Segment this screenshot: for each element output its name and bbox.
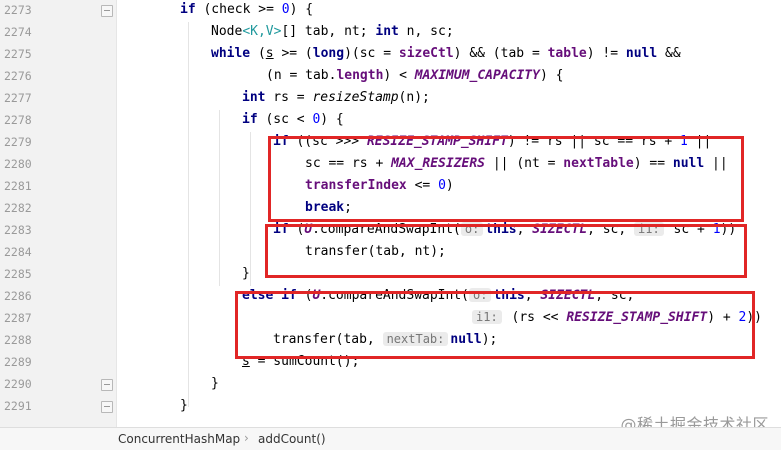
breadcrumb-class[interactable]: ConcurrentHashMap bbox=[118, 432, 240, 446]
code-line-2276: 2276 (n = tab.length) < MAXIMUM_CAPACITY… bbox=[0, 66, 781, 88]
code-line-2273: 2273 if (check >= 0) { bbox=[0, 0, 781, 22]
code-fragment: } bbox=[180, 398, 188, 413]
code-text: } bbox=[242, 266, 250, 281]
line-number: 2277 bbox=[4, 91, 32, 105]
line-number: 2278 bbox=[4, 113, 32, 127]
code-text: (n = tab.length) < MAXIMUM_CAPACITY) { bbox=[266, 68, 563, 83]
line-number: 2288 bbox=[4, 333, 32, 347]
static-method-call: resizeStamp bbox=[312, 90, 399, 105]
code-text: Node<K,V>[] tab, nt; int n, sc; bbox=[211, 24, 454, 39]
line-number: 2286 bbox=[4, 289, 32, 303]
code-line-2277: 2277 int rs = resizeStamp(n); bbox=[0, 88, 781, 110]
code-fragment: && bbox=[657, 46, 681, 61]
code-line-2278: 2278 if (sc < 0) { bbox=[0, 110, 781, 132]
line-number: 2273 bbox=[4, 3, 32, 17]
fold-toggle-icon[interactable] bbox=[101, 379, 113, 391]
code-editor[interactable]: 2273 if (check >= 0) { 2274 Node<K,V>[] … bbox=[0, 0, 781, 427]
type-name: Node bbox=[211, 24, 243, 39]
code-text: } bbox=[211, 376, 219, 391]
code-fragment: (n); bbox=[398, 90, 430, 105]
code-text: if (sc < 0) { bbox=[242, 112, 344, 127]
line-number: 2275 bbox=[4, 47, 32, 61]
code-fragment: rs = bbox=[265, 90, 313, 105]
line-number: 2279 bbox=[4, 135, 32, 149]
code-fragment: (check >= bbox=[195, 2, 282, 17]
highlight-box-join-transfer bbox=[265, 224, 747, 278]
code-fragment: >= ( bbox=[273, 46, 313, 61]
code-line-2290: 2290 } bbox=[0, 374, 781, 396]
breadcrumb: ConcurrentHashMap › addCount() bbox=[0, 427, 781, 450]
keyword-long: long bbox=[312, 46, 345, 61]
line-number: 2283 bbox=[4, 223, 32, 237]
code-text: while (s >= (long)(sc = sizeCtl) && (tab… bbox=[211, 46, 681, 61]
line-number: 2284 bbox=[4, 245, 32, 259]
code-line-2275: 2275 while (s >= (long)(sc = sizeCtl) &&… bbox=[0, 44, 781, 66]
line-number: 2276 bbox=[4, 69, 32, 83]
line-number: 2280 bbox=[4, 157, 32, 171]
keyword-null: null bbox=[625, 46, 658, 61]
field-sizectl: sizeCtl bbox=[398, 46, 454, 61]
code-fragment: [] tab, nt; bbox=[281, 24, 376, 39]
keyword-while: while bbox=[211, 46, 251, 61]
code-line-2274: 2274 Node<K,V>[] tab, nt; int n, sc; bbox=[0, 22, 781, 44]
code-fragment: (sc < bbox=[257, 112, 313, 127]
code-fragment: } bbox=[211, 376, 219, 391]
line-number: 2290 bbox=[4, 377, 32, 391]
fold-toggle-icon[interactable] bbox=[101, 401, 113, 413]
code-fragment: ) != bbox=[586, 46, 626, 61]
code-fragment: (n = tab. bbox=[266, 68, 337, 83]
keyword-if: if bbox=[180, 2, 196, 17]
line-number: 2291 bbox=[4, 399, 32, 413]
code-fragment: )(sc = bbox=[344, 46, 399, 61]
field-table: table bbox=[547, 46, 587, 61]
constant-maximum-capacity: MAXIMUM_CAPACITY bbox=[414, 68, 540, 83]
breadcrumb-method[interactable]: addCount() bbox=[258, 432, 326, 446]
highlight-box-start-transfer bbox=[235, 291, 755, 359]
code-fragment: ) { bbox=[289, 2, 314, 17]
code-text: int rs = resizeStamp(n); bbox=[242, 90, 430, 105]
code-fragment: ) < bbox=[383, 68, 415, 83]
code-text: } bbox=[180, 398, 188, 413]
code-fragment: n, sc; bbox=[398, 24, 454, 39]
keyword-int: int bbox=[242, 90, 266, 105]
line-number: 2289 bbox=[4, 355, 32, 369]
keyword-int: int bbox=[375, 24, 399, 39]
code-text: if (check >= 0) { bbox=[180, 2, 313, 17]
line-number: 2285 bbox=[4, 267, 32, 281]
code-fragment: ) { bbox=[539, 68, 564, 83]
code-fragment: ) && (tab = bbox=[453, 46, 548, 61]
code-fragment: ) { bbox=[320, 112, 344, 127]
keyword-if: if bbox=[242, 112, 258, 127]
highlight-box-resize-check bbox=[268, 136, 744, 222]
generic-params: <K,V> bbox=[242, 24, 282, 39]
field-length: length bbox=[336, 68, 384, 83]
line-number: 2287 bbox=[4, 311, 32, 325]
number-literal: 0 bbox=[281, 2, 290, 17]
code-fragment: ( bbox=[250, 46, 266, 61]
line-number: 2274 bbox=[4, 25, 32, 39]
line-number: 2281 bbox=[4, 179, 32, 193]
fold-toggle-icon[interactable] bbox=[101, 5, 113, 17]
breadcrumb-separator-icon: › bbox=[244, 431, 249, 445]
code-fragment: } bbox=[242, 266, 250, 281]
line-number: 2282 bbox=[4, 201, 32, 215]
variable-s: s bbox=[265, 46, 274, 61]
